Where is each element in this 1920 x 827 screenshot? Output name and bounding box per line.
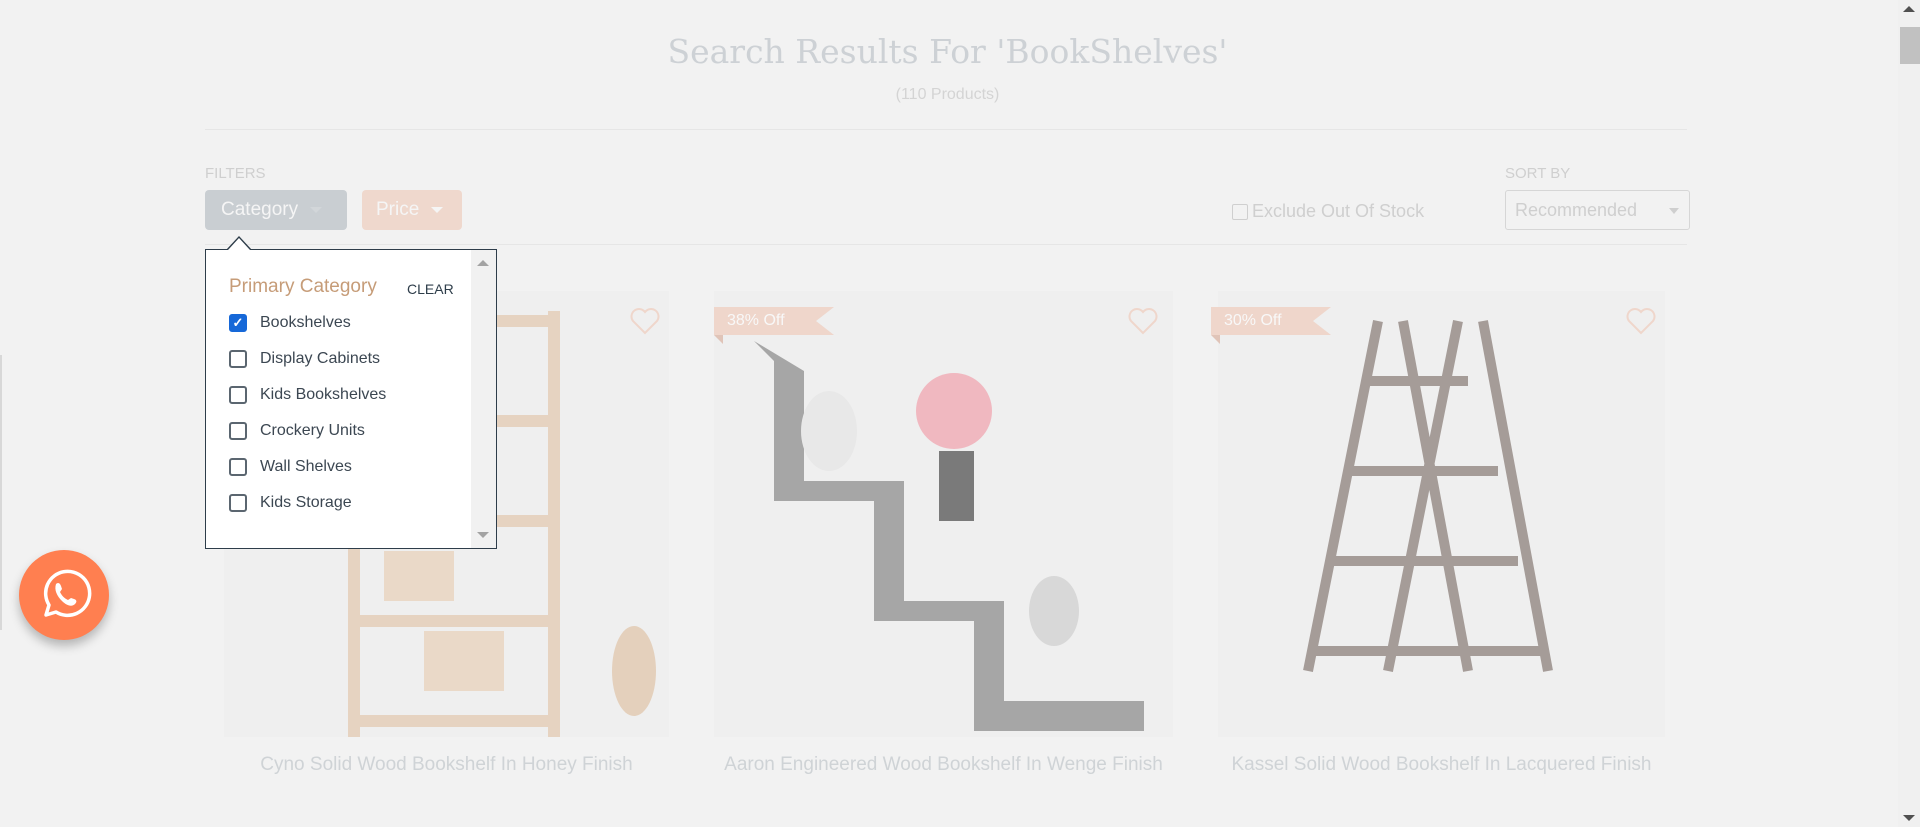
product-title[interactable]: Kassel Solid Wood Bookshelf In Lacquered… xyxy=(1218,752,1665,778)
wishlist-heart-icon[interactable] xyxy=(630,307,660,335)
scroll-down-icon[interactable] xyxy=(1903,815,1915,821)
option-label: Kids Bookshelves xyxy=(260,386,387,403)
discount-badge: 30% Off xyxy=(1211,307,1331,335)
scroll-up-icon[interactable] xyxy=(477,260,489,266)
filters-label: FILTERS xyxy=(205,165,266,182)
product-image[interactable] xyxy=(1218,291,1665,737)
checkbox[interactable] xyxy=(229,458,247,476)
wishlist-heart-icon[interactable] xyxy=(1626,307,1656,335)
discount-badge: 38% Off xyxy=(714,307,834,335)
price-label: Price xyxy=(376,199,420,220)
sort-value: Recommended xyxy=(1515,199,1638,220)
chevron-down-icon xyxy=(310,207,323,213)
wishlist-heart-icon[interactable] xyxy=(1128,307,1158,335)
checkbox[interactable] xyxy=(229,350,247,368)
popup-scrollbar[interactable] xyxy=(471,250,496,548)
page-title: Search Results For 'BookShelves' xyxy=(667,32,1228,71)
option-label: Display Cabinets xyxy=(260,350,381,367)
popup-arrow-fill xyxy=(228,238,250,250)
option-label: Crockery Units xyxy=(260,422,365,439)
category-label: Category xyxy=(221,199,299,220)
exclude-checkbox[interactable] xyxy=(1232,203,1248,220)
category-option[interactable]: Wall Shelves xyxy=(229,458,352,476)
checkbox[interactable] xyxy=(229,422,247,440)
price-filter-button[interactable]: Price xyxy=(362,190,462,230)
category-option[interactable]: Crockery Units xyxy=(229,422,365,440)
side-panel-edge xyxy=(0,355,2,630)
checkbox[interactable] xyxy=(229,494,247,512)
checkbox-checked[interactable]: ✓ xyxy=(229,314,247,332)
scrollbar-thumb[interactable] xyxy=(1900,27,1920,64)
category-option[interactable]: Kids Bookshelves xyxy=(229,386,386,404)
category-filter-button[interactable]: Category xyxy=(205,190,347,230)
scroll-down-icon[interactable] xyxy=(477,532,489,538)
exclude-label: Exclude Out Of Stock xyxy=(1252,201,1425,221)
option-label: Kids Storage xyxy=(260,494,352,511)
chevron-down-icon xyxy=(431,207,444,213)
clear-button[interactable]: CLEAR xyxy=(407,281,454,297)
category-filter-popup: Primary Category CLEAR ✓ Bookshelves Disp… xyxy=(205,249,497,549)
page-scrollbar[interactable] xyxy=(1898,0,1920,827)
sort-label: SORT BY xyxy=(1505,165,1571,182)
scroll-up-icon[interactable] xyxy=(1903,6,1915,12)
product-title[interactable]: Aaron Engineered Wood Bookshelf In Wenge… xyxy=(714,752,1173,778)
chevron-down-icon xyxy=(1669,208,1679,214)
sort-select[interactable]: Recommended xyxy=(1505,190,1690,230)
option-label: Bookshelves xyxy=(260,314,351,331)
badge-fold xyxy=(1211,335,1220,344)
category-option[interactable]: Kids Storage xyxy=(229,494,352,512)
category-option[interactable]: ✓ Bookshelves xyxy=(229,314,351,332)
divider xyxy=(205,244,1687,245)
exclude-out-of-stock-toggle[interactable]: Exclude Out Of Stock xyxy=(1232,201,1424,222)
product-title[interactable]: Cyno Solid Wood Bookshelf In Honey Finis… xyxy=(224,752,669,778)
primary-category-heading: Primary Category xyxy=(229,276,377,297)
product-image[interactable] xyxy=(714,291,1173,737)
wall-shelf-image xyxy=(754,341,1144,731)
ladder-shelf-image xyxy=(1303,320,1553,672)
badge-fold xyxy=(714,335,723,344)
checkbox[interactable] xyxy=(229,386,247,404)
category-option[interactable]: Display Cabinets xyxy=(229,350,380,368)
whatsapp-icon xyxy=(43,569,92,618)
whatsapp-button[interactable] xyxy=(19,550,109,640)
divider xyxy=(205,129,1687,130)
product-count: (110 Products) xyxy=(895,86,1000,103)
option-label: Wall Shelves xyxy=(260,458,352,475)
